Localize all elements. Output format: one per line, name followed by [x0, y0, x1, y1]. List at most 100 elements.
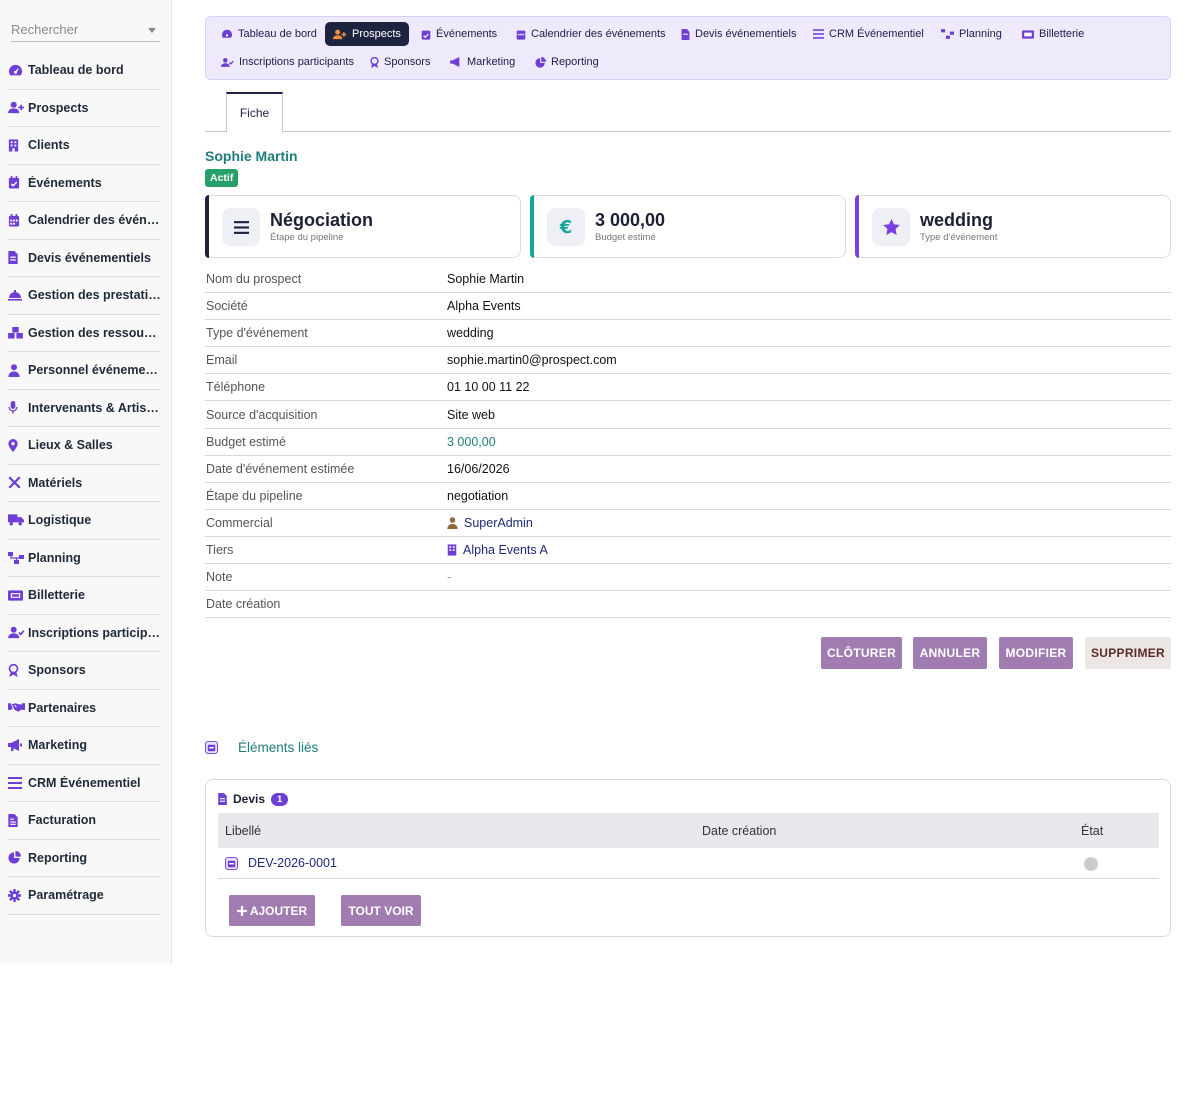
sidebar-item-facturation[interactable]: Facturation [8, 802, 161, 840]
topnav-dashboard[interactable]: Tableau de bord [213, 22, 325, 46]
cancel-button[interactable]: ANNULER [913, 637, 987, 669]
sidebar-item-label: Intervenants & Artistes [28, 400, 161, 415]
sidebar: Tableau de bord Prospects Clients Événem… [0, 0, 172, 964]
sidebar-item-inscriptions[interactable]: Inscriptions participants [8, 615, 161, 652]
sidebar-item-lieux[interactable]: Lieux & Salles [8, 427, 161, 465]
boxes-icon [8, 326, 28, 339]
search-input[interactable] [11, 18, 141, 40]
view-all-button[interactable]: TOUT VOIR [341, 895, 421, 926]
sidebar-item-materiels[interactable]: Matériels [8, 465, 161, 502]
close-button[interactable]: CLÔTURER [821, 637, 902, 669]
sidebar-item-reporting[interactable]: Reporting [8, 840, 161, 877]
topnav-prospects[interactable]: Prospects [325, 22, 409, 46]
sidebar-item-sponsors[interactable]: Sponsors [8, 652, 161, 690]
sidebar-item-label: Devis événementiels [28, 250, 151, 265]
field-value: - [447, 570, 452, 585]
kpi-accent-bar [205, 195, 209, 258]
topnav-label: Planning [959, 28, 1002, 40]
search-box[interactable] [11, 18, 160, 42]
sidebar-item-dashboard[interactable]: Tableau de bord [8, 52, 161, 90]
sidebar-item-evenements[interactable]: Événements [8, 165, 161, 202]
detail-row: Date création [205, 591, 1171, 619]
sidebar-item-label: Gestion des ressources [28, 325, 161, 340]
topnav-sponsors[interactable]: Sponsors [362, 50, 438, 74]
user-check-icon [8, 626, 28, 639]
field-value: Sophie Martin [447, 272, 525, 287]
field-label: Note [206, 570, 233, 585]
delete-button[interactable]: SUPPRIMER [1085, 637, 1171, 669]
invoice-icon [8, 813, 28, 827]
megaphone-icon [8, 739, 28, 752]
gauge-icon [8, 64, 28, 77]
sidebar-item-billetterie[interactable]: Billetterie [8, 577, 161, 615]
sidebar-item-ressources[interactable]: Gestion des ressources [8, 315, 161, 352]
commercial-link[interactable]: SuperAdmin [447, 516, 533, 530]
sidebar-item-label: Planning [28, 550, 81, 565]
field-label: Nom du prospect [206, 272, 302, 287]
detail-table: Nom du prospect Sophie Martin Société Alph… [205, 266, 1171, 619]
field-label: Date création [206, 597, 281, 612]
sidebar-item-label: Clients [28, 138, 70, 153]
topnav-crm[interactable]: CRM Événementiel [805, 22, 932, 46]
sitemap-icon [941, 29, 954, 39]
topnav-reporting[interactable]: Reporting [527, 50, 607, 74]
kpi-card-event-type: wedding Type d'événement [855, 195, 1171, 258]
file-invoice-icon [8, 251, 28, 265]
topnav-planning[interactable]: Planning [933, 22, 1010, 46]
map-pin-icon [8, 438, 28, 452]
sidebar-item-devis[interactable]: Devis événementiels [8, 240, 161, 277]
topnav-devis[interactable]: Devis événementiels [673, 22, 805, 46]
sidebar-item-partenaires[interactable]: Partenaires [8, 690, 161, 727]
field-label: Tiers [206, 542, 234, 557]
sidebar-item-logistique[interactable]: Logistique [8, 502, 161, 540]
file-invoice-icon [218, 793, 227, 805]
tab-fiche[interactable]: Fiche [226, 92, 283, 133]
topnav-billetterie[interactable]: Billetterie [1014, 22, 1092, 46]
sidebar-item-parametrage[interactable]: Paramétrage [8, 877, 161, 915]
column-header[interactable]: Libellé [225, 824, 261, 838]
pie-chart-icon [535, 56, 546, 68]
sidebar-item-clients[interactable]: Clients [8, 127, 161, 165]
sidebar-item-planning[interactable]: Planning [8, 540, 161, 577]
chevron-down-icon[interactable] [148, 28, 156, 33]
truck-icon [8, 514, 28, 526]
column-header[interactable]: Date création [702, 824, 776, 838]
field-value: Alpha Events [447, 299, 521, 314]
detail-row: Tiers Alpha Events A [205, 537, 1171, 565]
kpi-accent-bar [855, 195, 859, 258]
tiers-link[interactable]: Alpha Events A [447, 543, 548, 557]
sidebar-item-marketing[interactable]: Marketing [8, 727, 161, 765]
column-header[interactable]: État [1081, 824, 1103, 838]
topnav-calendrier[interactable]: Calendrier des événements [508, 22, 674, 46]
pie-chart-icon [8, 851, 28, 864]
person-icon [8, 364, 28, 377]
devis-link[interactable]: DEV-2026-0001 [225, 856, 337, 870]
sidebar-item-label: Prospects [28, 100, 89, 115]
sidebar-item-crm[interactable]: CRM Événementiel [8, 765, 161, 802]
sidebar-item-calendrier[interactable]: Calendrier des événements [8, 202, 161, 240]
topnav-label: Calendrier des événements [531, 28, 666, 40]
sidebar-menu: Tableau de bord Prospects Clients Événem… [8, 52, 161, 915]
table-row[interactable]: DEV-2026-0001 [218, 848, 1159, 879]
record-title: Sophie Martin [205, 148, 298, 164]
detail-row: Société Alpha Events [205, 293, 1171, 321]
field-label: Date d'événement estimée [206, 461, 355, 476]
field-label: Email [206, 353, 238, 368]
detail-row: Commercial SuperAdmin [205, 510, 1171, 537]
linked-elements-title: Éléments liés [238, 740, 319, 755]
sidebar-item-personnel[interactable]: Personnel événementiel [8, 352, 161, 390]
edit-button[interactable]: MODIFIER [999, 637, 1073, 669]
topnav-marketing[interactable]: Marketing [442, 50, 523, 74]
sidebar-item-intervenants[interactable]: Intervenants & Artistes [8, 390, 161, 427]
top-navigation: Tableau de bord Prospects Événements Cal… [205, 16, 1171, 80]
sidebar-item-prospects[interactable]: Prospects [8, 90, 161, 127]
sidebar-item-label: Facturation [28, 813, 97, 828]
topnav-inscriptions[interactable]: Inscriptions participants [213, 50, 362, 74]
sidebar-item-prestations[interactable]: Gestion des prestations [8, 277, 161, 315]
sidebar-item-label: Billetterie [28, 588, 85, 603]
topnav-evenements[interactable]: Événements [413, 22, 505, 46]
field-value: wedding [447, 326, 494, 341]
detail-row: Budget estimé 3 000,00 [205, 429, 1171, 456]
add-button[interactable]: AJOUTER [229, 895, 315, 926]
calendar-check-icon [8, 176, 28, 189]
